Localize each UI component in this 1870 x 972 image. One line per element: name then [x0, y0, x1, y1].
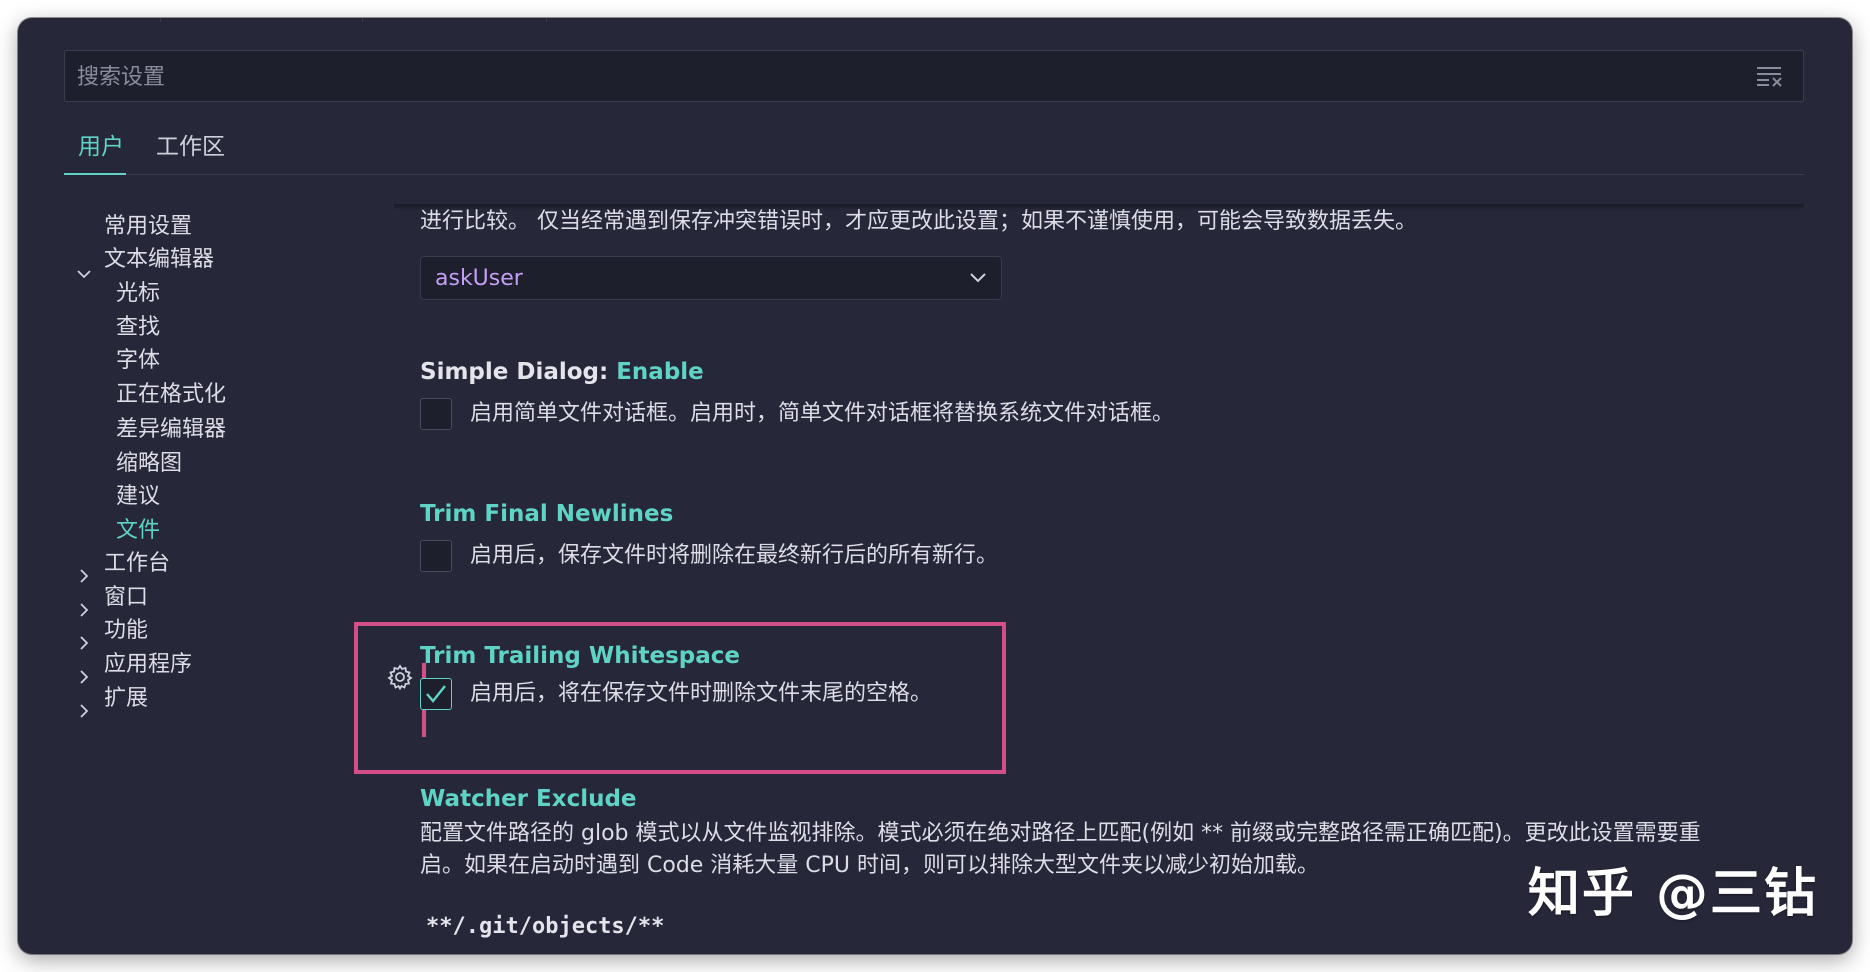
chevron-right-icon[interactable]: [76, 669, 92, 685]
save-conflict-select[interactable]: askUser: [420, 256, 1002, 300]
select-value: askUser: [435, 266, 523, 291]
tree-item-find[interactable]: 查找: [116, 311, 160, 345]
tree-item-diff-editor[interactable]: 差异编辑器: [116, 413, 226, 447]
tree-item-minimap[interactable]: 缩略图: [116, 447, 182, 481]
trim-final-newlines-title: Trim Final Newlines: [420, 501, 674, 527]
tree-item-workbench[interactable]: 工作台: [104, 547, 170, 581]
tree-item-files[interactable]: 文件: [116, 514, 160, 548]
simple-dialog-prefix: Simple Dialog:: [420, 359, 617, 385]
search-box: [64, 50, 1804, 103]
tree-item-cursor[interactable]: 光标: [116, 277, 160, 311]
chevron-down-icon[interactable]: [76, 266, 92, 282]
watcher-exclude-description-line2: 启。如果在启动时遇到 Code 消耗大量 CPU 时间，则可以排除大型文件夹以减…: [420, 853, 1320, 878]
trim-trailing-whitespace-checkbox[interactable]: [420, 678, 452, 710]
chevron-right-icon[interactable]: [76, 635, 92, 651]
trim-trailing-whitespace-title: Trim Trailing Whitespace: [420, 643, 741, 669]
tree-item-features[interactable]: 功能: [104, 614, 148, 648]
check-icon: [426, 685, 446, 703]
settings-window: 用户 工作区 常用设置 文本编辑器 光标 查找 字体 正在格式化 差异编辑器 缩…: [18, 18, 1852, 954]
chevron-right-icon[interactable]: [76, 703, 92, 719]
gear-icon[interactable]: [386, 663, 414, 691]
watcher-exclude-pattern[interactable]: **/.git/objects/**: [426, 914, 664, 939]
tree-item-suggestions[interactable]: 建议: [116, 480, 160, 514]
watcher-exclude-title: Watcher Exclude: [420, 786, 637, 812]
trim-trailing-whitespace-description: 启用后，将在保存文件时删除文件末尾的空格。: [470, 681, 933, 706]
tree-item-formatting[interactable]: 正在格式化: [116, 378, 226, 412]
tab-user[interactable]: 用户: [64, 130, 126, 175]
trim-final-newlines-description: 启用后，保存文件时将删除在最终新行后的所有新行。: [470, 543, 999, 568]
tree-item-window[interactable]: 窗口: [104, 581, 148, 615]
watcher-exclude-description-line1: 配置文件路径的 glob 模式以从文件监视排除。模式必须在绝对路径上匹配(例如 …: [420, 821, 1701, 846]
clear-filter-icon[interactable]: [1755, 65, 1783, 87]
search-input[interactable]: [65, 51, 1759, 103]
simple-dialog-checkbox[interactable]: [420, 398, 452, 430]
tree-item-extensions[interactable]: 扩展: [104, 682, 148, 716]
tree-item-application[interactable]: 应用程序: [104, 648, 192, 682]
tree-item-font[interactable]: 字体: [116, 344, 160, 378]
tree-item-common[interactable]: 常用设置: [104, 210, 192, 244]
save-conflict-description: 进行比较。 仅当经常遇到保存冲突错误时，才应更改此设置；如果不谨慎使用，可能会导…: [420, 209, 1417, 234]
chevron-right-icon[interactable]: [76, 568, 92, 584]
simple-dialog-description: 启用简单文件对话框。启用时，简单文件对话框将替换系统文件对话框。: [470, 401, 1175, 426]
chevron-down-icon: [970, 273, 986, 283]
tab-workspace[interactable]: 工作区: [156, 130, 225, 174]
simple-dialog-title: Simple Dialog: Enable: [420, 356, 704, 388]
simple-dialog-name: Enable: [616, 359, 704, 385]
tree-item-text-editor[interactable]: 文本编辑器: [104, 243, 214, 277]
settings-tabs: 用户 工作区: [64, 130, 1804, 175]
top-tab-strip: [18, 18, 1852, 22]
chevron-right-icon[interactable]: [76, 602, 92, 618]
trim-final-newlines-checkbox[interactable]: [420, 540, 452, 572]
zhihu-watermark: 知乎 @三钻: [1527, 864, 1818, 924]
